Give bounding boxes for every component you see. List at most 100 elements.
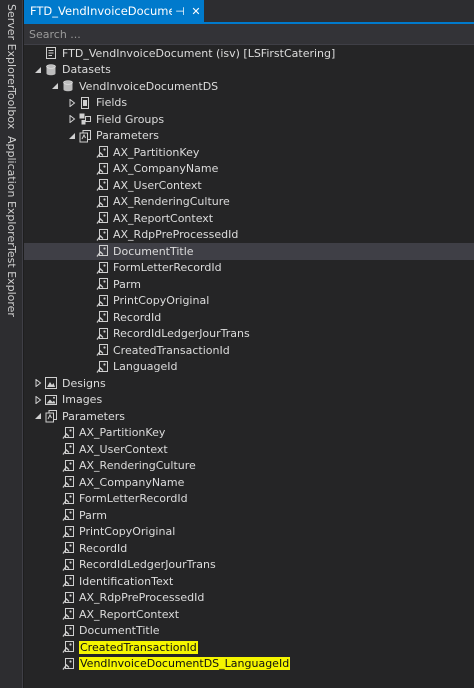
no-arrow [83,344,95,356]
parameter-icon [95,277,109,291]
tree-node-label: AX_UserContext [79,442,168,456]
tree-node-label: AX_ReportContext [79,607,180,621]
tree-node[interactable]: AX_ReportContext [24,606,474,623]
tree-node-label: DocumentTitle [79,624,160,638]
tree-node[interactable]: Parameters [24,128,474,145]
parameter-icon [61,657,75,671]
tree-node[interactable]: AX_RenderingCulture [24,194,474,211]
tree-node[interactable]: RecordId [24,540,474,557]
no-arrow [49,476,61,488]
tree-node[interactable]: Datasets [24,62,474,79]
tree-node[interactable]: IdentificationText [24,573,474,590]
tree-node[interactable]: VendInvoiceDocumentDS [24,78,474,95]
parameter-icon [61,492,75,506]
tree-node[interactable]: VendInvoiceDocumentDS_LanguageId [24,656,474,673]
tree-node[interactable]: RecordIdLedgerJourTrans [24,557,474,574]
tree-node[interactable]: FormLetterRecordId [24,491,474,508]
search-box [24,24,474,45]
tree-node[interactable]: AX_UserContext [24,177,474,194]
tree-node-label: FormLetterRecordId [79,492,188,506]
tree-node[interactable]: AX_CompanyName [24,474,474,491]
tree-node[interactable]: Images [24,392,474,409]
tree-node[interactable]: FTD_VendInvoiceDocument (isv) [LSFirstCa… [24,45,474,62]
tree-node-label: AX_RenderingCulture [113,195,230,209]
tree-node[interactable]: Parameters [24,408,474,425]
pin-icon[interactable]: ⊣ [172,5,188,18]
tree-node[interactable]: LanguageId [24,359,474,376]
tree-node-label: AX_CompanyName [113,162,219,176]
parameter-icon [61,525,75,539]
report-tree: FTD_VendInvoiceDocument (isv) [LSFirstCa… [24,45,474,672]
tree-node-label: DocumentTitle [113,244,194,258]
expanded-arrow-icon[interactable] [32,410,44,422]
parameter-icon [95,195,109,209]
document-tab[interactable]: FTD_VendInvoiceDocument ⊣ ✕ [24,0,204,22]
parameter-icon [61,591,75,605]
collapsed-arrow-icon[interactable] [66,97,78,109]
tree-node[interactable]: DocumentTitle [24,623,474,640]
tree-node[interactable]: Fields [24,95,474,112]
no-arrow [83,196,95,208]
tree-node[interactable]: AX_RdpPreProcessedId [24,590,474,607]
document-tab-title: FTD_VendInvoiceDocument [30,4,172,18]
expanded-arrow-icon[interactable] [32,64,44,76]
tree-node-label: Designs [62,376,106,390]
parameter-icon [95,145,109,159]
field-group-icon [78,112,92,126]
tree-node-label: Datasets [62,63,111,77]
no-arrow [49,427,61,439]
side-tab-test-explorer[interactable]: Test Explorer [0,246,22,317]
parameter-icon [95,343,109,357]
tree-node-label: FormLetterRecordId [113,261,222,275]
tree-node[interactable]: AX_RdpPreProcessedId [24,227,474,244]
expanded-arrow-icon[interactable] [49,80,61,92]
side-tab-server-explorer[interactable]: Server Explorer [0,4,22,89]
expanded-arrow-icon[interactable] [66,130,78,142]
search-input[interactable] [24,26,474,42]
collapsed-arrow-icon[interactable] [32,377,44,389]
collapsed-arrow-icon[interactable] [66,113,78,125]
parameter-icon [95,178,109,192]
no-arrow [83,295,95,307]
tree-node-label: AX_CompanyName [79,475,185,489]
side-tab-toolbox[interactable]: Toolbox [0,88,22,129]
tree-node[interactable]: RecordId [24,309,474,326]
tree-node[interactable]: PrintCopyOriginal [24,524,474,541]
no-arrow [83,163,95,175]
side-tab-application-explorer[interactable]: Application Explorer [0,136,22,247]
tree-node-label: Parameters [62,409,125,423]
tree-node[interactable]: RecordIdLedgerJourTrans [24,326,474,343]
tree-node[interactable]: AX_UserContext [24,441,474,458]
parameter-icon [61,624,75,638]
tree-node[interactable]: PrintCopyOriginal [24,293,474,310]
collapsed-arrow-icon[interactable] [32,394,44,406]
tree-node-label: AX_ReportContext [113,211,214,225]
tree-node[interactable]: CreatedTransactionId [24,342,474,359]
tree-node[interactable]: AX_RenderingCulture [24,458,474,475]
close-icon[interactable]: ✕ [188,5,204,18]
tree-node[interactable]: DocumentTitle [24,243,474,260]
tree-node[interactable]: CreatedTransactionId [24,639,474,656]
tree-node[interactable]: AX_ReportContext [24,210,474,227]
tree-node[interactable]: AX_PartitionKey [24,144,474,161]
tree-node[interactable]: AX_PartitionKey [24,425,474,442]
parameter-icon [61,426,75,440]
no-arrow [49,592,61,604]
tree-node[interactable]: Parm [24,507,474,524]
parameter-icon [95,228,109,242]
parameter-icon [95,162,109,176]
tree-node-label: RecordId [113,310,162,324]
left-tool-window-strip: Server Explorer Toolbox Application Expl… [0,0,23,688]
tree-node[interactable]: Parm [24,276,474,293]
tree-node[interactable]: FormLetterRecordId [24,260,474,277]
tree-node[interactable]: Field Groups [24,111,474,128]
no-arrow [49,542,61,554]
tree-node-label: RecordId [79,541,128,555]
tree-node[interactable]: Designs [24,375,474,392]
parameter-icon [61,475,75,489]
parameter-icon [61,508,75,522]
tree-node[interactable]: AX_CompanyName [24,161,474,178]
no-arrow [83,245,95,257]
tree-node-label: AX_RdpPreProcessedId [79,591,205,605]
parameter-icon [61,541,75,555]
